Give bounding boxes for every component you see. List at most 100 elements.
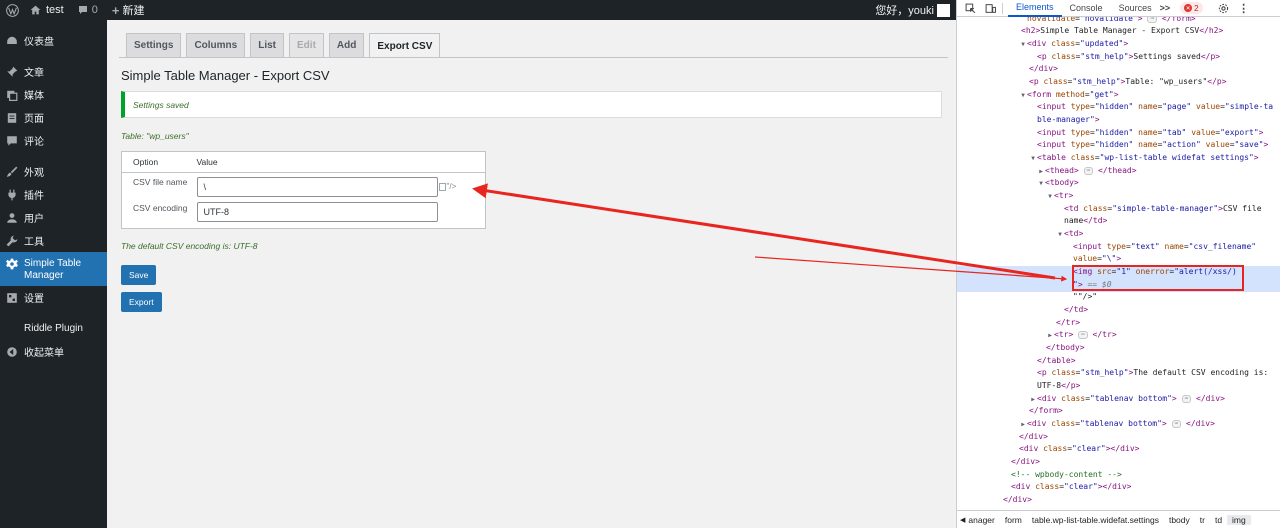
- dashboard-icon: [6, 35, 18, 47]
- dom-line[interactable]: </div>: [957, 431, 1280, 444]
- tab-edit[interactable]: Edit: [289, 33, 324, 57]
- dom-line[interactable]: </tr>: [957, 317, 1280, 330]
- devtools-toolbar: Elements Console Sources >> ✕ 2 ⋮: [957, 0, 1280, 17]
- dom-line[interactable]: </table>: [957, 355, 1280, 368]
- csv-filename-input[interactable]: \: [196, 176, 438, 197]
- menu-collapse[interactable]: 收起菜单: [0, 340, 107, 363]
- devtools-tab-console[interactable]: Console: [1062, 0, 1111, 17]
- broken-img-text: "/>: [446, 182, 457, 192]
- media-icon: [6, 89, 18, 101]
- dom-line[interactable]: ▶ <div class="tablenav bottom"> ⋯ </div>: [957, 393, 1280, 406]
- error-badge[interactable]: ✕ 2: [1180, 2, 1203, 14]
- dom-line[interactable]: </div>: [957, 456, 1280, 469]
- csv-encoding-input[interactable]: UTF-8: [196, 202, 438, 223]
- comments-count: 0: [91, 4, 98, 16]
- new-content-link[interactable]: + 新建: [105, 0, 152, 20]
- main-content: Settings Columns List Edit Add Export CS…: [107, 20, 956, 528]
- admin-sidebar: 仪表盘 文章 媒体 页面 评论 外观 插件 用户 工具 Simple Table…: [0, 20, 107, 528]
- tab-columns[interactable]: Columns: [186, 33, 246, 57]
- dom-line[interactable]: ▶ <div class="tablenav bottom"> ⋯ </div>: [957, 418, 1280, 431]
- user-greeting[interactable]: 您好，youki: [875, 2, 934, 18]
- menu-appearance[interactable]: 外观: [0, 160, 107, 183]
- scroll-left-icon[interactable]: ◀: [957, 516, 968, 524]
- breadcrumb-item[interactable]: tr: [1195, 515, 1210, 525]
- wrench-icon: [6, 235, 18, 247]
- menu-dashboard[interactable]: 仪表盘: [0, 29, 107, 52]
- dom-line[interactable]: <input type="text" name="csv_filename": [957, 241, 1280, 254]
- site-name-link[interactable]: test: [23, 0, 71, 20]
- dom-line[interactable]: <p class="stm_help">Table: "wp_users"</p…: [957, 76, 1280, 89]
- devtools-tab-sources[interactable]: Sources: [1111, 0, 1160, 17]
- menu-label: 插件: [24, 191, 44, 202]
- menu-settings[interactable]: 设置: [0, 286, 107, 309]
- dom-line[interactable]: ▼ <div class="updated">: [957, 38, 1280, 51]
- tab-export-csv[interactable]: Export CSV: [369, 33, 441, 58]
- devtools-breadcrumbs: ◀ anager form table.wp-list-table.widefa…: [957, 510, 1280, 528]
- breadcrumb-item-current[interactable]: img: [1227, 514, 1251, 525]
- dom-line[interactable]: <!-- wpbody-content -->: [957, 469, 1280, 482]
- breadcrumb-item[interactable]: form: [1000, 515, 1027, 525]
- settings-grid-icon: [6, 292, 18, 304]
- csv-encoding-cell: UTF-8: [196, 201, 486, 229]
- breadcrumb-item[interactable]: anager: [968, 515, 999, 525]
- dom-line[interactable]: <div class="clear"></div>: [957, 481, 1280, 494]
- tab-list[interactable]: List: [250, 33, 285, 57]
- inspect-element-icon[interactable]: [963, 1, 977, 15]
- wordpress-logo-icon[interactable]: [1, 0, 23, 20]
- table-label: Table: "wp_users": [121, 131, 189, 141]
- avatar[interactable]: [937, 3, 950, 17]
- annotation-highlight-box: [1072, 265, 1244, 291]
- dom-line[interactable]: ""/>": [957, 291, 1280, 304]
- dom-line[interactable]: <td class="simple-table-manager">CSV fil…: [957, 203, 1280, 216]
- tab-settings[interactable]: Settings: [126, 33, 182, 57]
- menu-comments[interactable]: 评论: [0, 129, 107, 152]
- menu-plugins[interactable]: 插件: [0, 183, 107, 206]
- dom-line[interactable]: </div>: [957, 494, 1280, 507]
- dom-line[interactable]: ▶ <thead> ⋯ </thead>: [957, 165, 1280, 178]
- device-toolbar-icon[interactable]: [983, 1, 997, 15]
- dom-line[interactable]: ▼ <table class="wp-list-table widefat set…: [957, 152, 1280, 165]
- dom-line[interactable]: <p class="stm_help">Settings saved</p>: [957, 51, 1280, 64]
- dom-line[interactable]: ▼ <tbody>: [957, 177, 1280, 190]
- menu-tools[interactable]: 工具: [0, 229, 107, 252]
- admin-bar: test 0 + 新建 您好，youki: [0, 0, 957, 20]
- dom-line: ble-manager">: [1037, 115, 1100, 124]
- export-button[interactable]: Export: [121, 292, 162, 312]
- menu-riddle-plugin[interactable]: Riddle Plugin: [0, 317, 107, 340]
- dom-line[interactable]: <h2>Simple Table Manager - Export CSV</h…: [957, 25, 1280, 38]
- tab-add[interactable]: Add: [328, 33, 365, 57]
- new-label: 新建: [122, 5, 145, 17]
- devtools-tab-elements[interactable]: Elements: [1008, 0, 1062, 17]
- breadcrumb-item[interactable]: td: [1210, 515, 1227, 525]
- more-tabs-button[interactable]: >>: [1160, 3, 1171, 13]
- collapse-icon: [6, 346, 18, 358]
- dom-line[interactable]: </div>: [957, 63, 1280, 76]
- dom-line[interactable]: <p class="stm_help">The default CSV enco…: [957, 367, 1280, 380]
- dom-line[interactable]: ▼ <tr>: [957, 190, 1280, 203]
- dom-line[interactable]: ▼ <form method="get">: [957, 89, 1280, 102]
- menu-simple-table-manager[interactable]: Simple Table Manager: [0, 252, 107, 286]
- breadcrumb-item[interactable]: table.wp-list-table.widefat.settings: [1027, 515, 1164, 525]
- menu-pages[interactable]: 页面: [0, 106, 107, 129]
- menu-users[interactable]: 用户: [0, 206, 107, 229]
- error-icon: ✕: [1184, 4, 1193, 12]
- kebab-menu-icon[interactable]: ⋮: [1237, 1, 1251, 15]
- dom-line[interactable]: <div class="clear"></div>: [957, 443, 1280, 456]
- dom-line[interactable]: </td>: [957, 304, 1280, 317]
- dom-line[interactable]: </tbody>: [957, 342, 1280, 355]
- menu-media[interactable]: 媒体: [0, 83, 107, 106]
- breadcrumb-item[interactable]: tbody: [1164, 515, 1195, 525]
- save-button[interactable]: Save: [121, 265, 157, 285]
- settings-gear-icon[interactable]: [1217, 1, 1231, 15]
- dom-line[interactable]: ▼ <td>: [957, 228, 1280, 241]
- comments-link[interactable]: 0: [71, 0, 105, 20]
- csv-file-name-label: CSV file name: [133, 177, 188, 187]
- csv-file-name-cell: \ "/>: [196, 173, 486, 201]
- dom-line[interactable]: </form>: [957, 405, 1280, 418]
- dom-line[interactable]: <input type="hidden" name="tab" value="e…: [957, 127, 1280, 140]
- dom-line[interactable]: <input type="hidden" name="action" value…: [957, 139, 1280, 152]
- dom-line[interactable]: ▶ <tr> ⋯ </tr>: [957, 329, 1280, 342]
- dom-line[interactable]: <input type="hidden" name="page" value="…: [957, 101, 1280, 114]
- error-count: 2: [1194, 3, 1199, 13]
- menu-posts[interactable]: 文章: [0, 60, 107, 83]
